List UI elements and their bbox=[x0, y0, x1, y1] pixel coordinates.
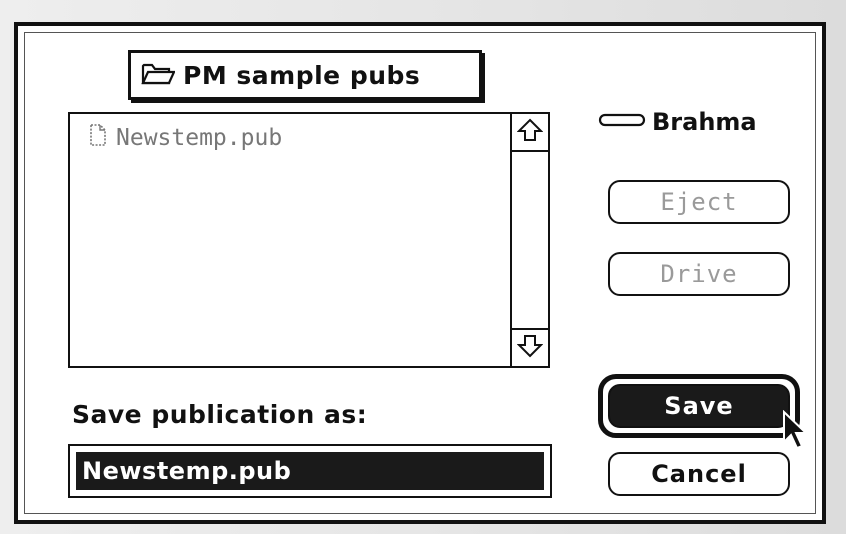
vertical-scrollbar[interactable] bbox=[510, 114, 548, 366]
filename-field-frame bbox=[68, 444, 552, 498]
drive-name: Brahma bbox=[652, 108, 757, 136]
cancel-button[interactable]: Cancel bbox=[608, 452, 790, 496]
document-icon bbox=[90, 124, 106, 152]
drive-icon bbox=[598, 112, 646, 132]
current-drive: Brahma bbox=[598, 108, 757, 136]
file-name: Newstemp.pub bbox=[116, 125, 283, 151]
list-item[interactable]: Newstemp.pub bbox=[90, 124, 282, 152]
save-as-label: Save publication as: bbox=[72, 400, 368, 429]
file-list[interactable]: Newstemp.pub bbox=[68, 112, 550, 368]
eject-button[interactable]: Eject bbox=[608, 180, 790, 224]
up-arrow-icon bbox=[516, 117, 544, 147]
open-folder-icon bbox=[141, 60, 176, 90]
drive-button[interactable]: Drive bbox=[608, 252, 790, 296]
save-button[interactable]: Save bbox=[608, 384, 790, 428]
scroll-down-button[interactable] bbox=[512, 328, 548, 366]
folder-popup-menu[interactable]: PM sample pubs bbox=[128, 50, 482, 100]
filename-input[interactable] bbox=[76, 452, 544, 490]
down-arrow-icon bbox=[516, 333, 544, 363]
mouse-pointer-icon bbox=[782, 409, 810, 456]
scroll-up-button[interactable] bbox=[512, 114, 548, 152]
folder-popup-label: PM sample pubs bbox=[183, 60, 421, 90]
